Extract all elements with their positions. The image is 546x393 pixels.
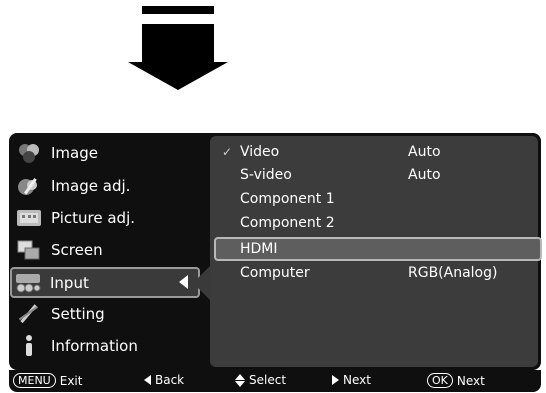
input-option-component-2[interactable]: Component 2 (210, 211, 538, 234)
help-ok-label: Next (456, 373, 485, 388)
help-ok: OK Next (427, 373, 485, 388)
right-arrow-icon (332, 375, 339, 385)
help-next: Next (332, 373, 371, 387)
help-select-label: Select (249, 373, 287, 387)
sidebar-item-information[interactable]: Information (13, 331, 203, 361)
option-label: Computer (240, 264, 310, 281)
sidebar-item-screen[interactable]: Screen (13, 235, 203, 265)
sidebar-item-label: Screen (51, 241, 103, 259)
option-value: Auto (408, 166, 441, 183)
help-next-label: Next (343, 373, 371, 387)
option-label: S-video (240, 166, 292, 183)
image-icon (15, 141, 43, 165)
option-label: Component 1 (240, 190, 335, 207)
image-adjust-icon (15, 174, 43, 198)
sidebar-item-picture-adj[interactable]: Picture adj. (13, 203, 203, 233)
option-label: Component 2 (240, 214, 335, 231)
help-exit-label: Exit (59, 373, 83, 388)
option-label: HDMI (240, 241, 278, 257)
sidebar-item-input[interactable]: Input (10, 267, 200, 298)
input-option-computer[interactable]: Computer RGB(Analog) (210, 261, 538, 284)
sidebar-item-setting[interactable]: Setting (13, 299, 203, 329)
picture-adjust-icon (15, 206, 43, 230)
input-option-s-video[interactable]: S-video Auto (210, 163, 538, 186)
help-exit: MENU Exit (13, 373, 82, 388)
checkmark-icon: ✓ (222, 144, 233, 159)
down-arrow-icon (128, 6, 228, 90)
option-value: RGB(Analog) (408, 264, 498, 281)
help-bar: MENU Exit Back Select Next OK Next (9, 370, 541, 392)
sidebar-item-label: Input (50, 273, 89, 292)
sidebar-item-label: Picture adj. (51, 209, 136, 227)
screen-icon (15, 238, 43, 262)
input-submenu-panel: ✓ Video Auto S-video Auto Component 1 Co… (210, 136, 542, 367)
input-icon (14, 271, 42, 295)
sidebar-item-image[interactable]: Image (13, 138, 203, 168)
main-menu-sidebar: Image Image adj. Picture adj. Screen Inp… (9, 136, 209, 367)
ok-key-icon: OK (427, 373, 453, 388)
left-arrow-icon (144, 375, 151, 385)
sidebar-item-label: Image (51, 144, 98, 162)
input-option-hdmi[interactable]: HDMI (214, 237, 542, 261)
up-down-arrow-icon (235, 373, 245, 387)
information-icon (15, 334, 43, 358)
input-option-component-1[interactable]: Component 1 (210, 187, 538, 210)
option-label: Video (240, 143, 280, 160)
selected-caret-icon (179, 275, 188, 289)
input-option-video[interactable]: ✓ Video Auto (210, 140, 538, 163)
menu-key-icon: MENU (13, 373, 56, 388)
sidebar-item-label: Setting (51, 305, 105, 323)
sidebar-item-image-adj[interactable]: Image adj. (13, 171, 203, 201)
help-back: Back (144, 373, 184, 387)
setting-icon (15, 302, 43, 326)
sidebar-item-label: Image adj. (51, 177, 131, 195)
submenu-pointer (193, 265, 211, 301)
sidebar-item-label: Information (51, 337, 138, 355)
help-select: Select (235, 373, 286, 387)
option-value: Auto (408, 143, 441, 160)
help-back-label: Back (155, 373, 185, 387)
